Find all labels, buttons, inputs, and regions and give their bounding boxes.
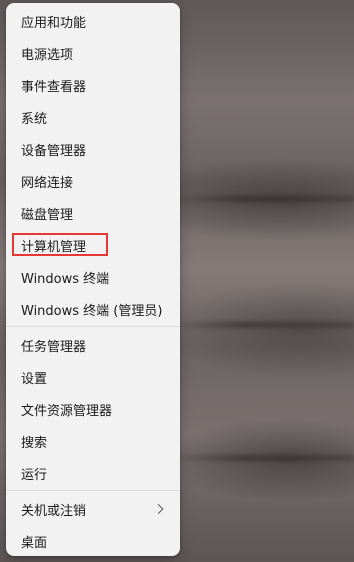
wallpaper-streak <box>170 196 354 202</box>
menu-item-label: Windows 终端 <box>21 271 110 287</box>
quick-link-menu: 应用和功能 电源选项 事件查看器 系统 设备管理器 网络连接 磁盘管理 计算机管… <box>6 3 180 556</box>
menu-separator <box>6 326 180 327</box>
menu-item-shutdown-or-sign-out[interactable]: 关机或注销 <box>10 493 176 525</box>
menu-item-power-options[interactable]: 电源选项 <box>10 37 176 69</box>
menu-item-label: 设置 <box>21 371 48 387</box>
menu-item-label: 应用和功能 <box>21 15 87 31</box>
menu-item-label: 任务管理器 <box>21 339 87 355</box>
menu-item-label: 运行 <box>21 467 48 483</box>
menu-item-label: Windows 终端 (管理员) <box>21 303 163 319</box>
menu-item-file-explorer[interactable]: 文件资源管理器 <box>10 393 176 425</box>
menu-item-label: 关机或注销 <box>21 503 87 519</box>
menu-item-settings[interactable]: 设置 <box>10 361 176 393</box>
chevron-right-icon <box>153 504 164 514</box>
menu-item-label: 事件查看器 <box>21 79 87 95</box>
wallpaper-streak <box>170 455 354 461</box>
menu-item-label: 桌面 <box>21 535 48 551</box>
menu-item-label: 磁盘管理 <box>21 207 74 223</box>
menu-item-label: 计算机管理 <box>21 239 87 255</box>
menu-item-label: 电源选项 <box>21 47 74 63</box>
menu-item-system[interactable]: 系统 <box>10 101 176 133</box>
menu-item-event-viewer[interactable]: 事件查看器 <box>10 69 176 101</box>
menu-item-network-connections[interactable]: 网络连接 <box>10 165 176 197</box>
menu-item-label: 网络连接 <box>21 175 74 191</box>
menu-item-label: 搜索 <box>21 435 48 451</box>
menu-item-windows-terminal-admin[interactable]: Windows 终端 (管理员) <box>10 293 176 325</box>
menu-separator <box>6 490 180 491</box>
menu-item-desktop[interactable]: 桌面 <box>10 525 176 557</box>
menu-item-search[interactable]: 搜索 <box>10 425 176 457</box>
menu-item-task-manager[interactable]: 任务管理器 <box>10 329 176 361</box>
menu-item-windows-terminal[interactable]: Windows 终端 <box>10 261 176 293</box>
menu-item-computer-management[interactable]: 计算机管理 <box>10 229 176 261</box>
menu-item-apps-and-features[interactable]: 应用和功能 <box>10 5 176 37</box>
menu-item-label: 文件资源管理器 <box>21 403 113 419</box>
menu-item-label: 系统 <box>21 111 48 127</box>
menu-item-label: 设备管理器 <box>21 143 87 159</box>
menu-item-device-manager[interactable]: 设备管理器 <box>10 133 176 165</box>
menu-item-run[interactable]: 运行 <box>10 457 176 489</box>
menu-item-disk-management[interactable]: 磁盘管理 <box>10 197 176 229</box>
wallpaper-streak <box>170 322 354 328</box>
